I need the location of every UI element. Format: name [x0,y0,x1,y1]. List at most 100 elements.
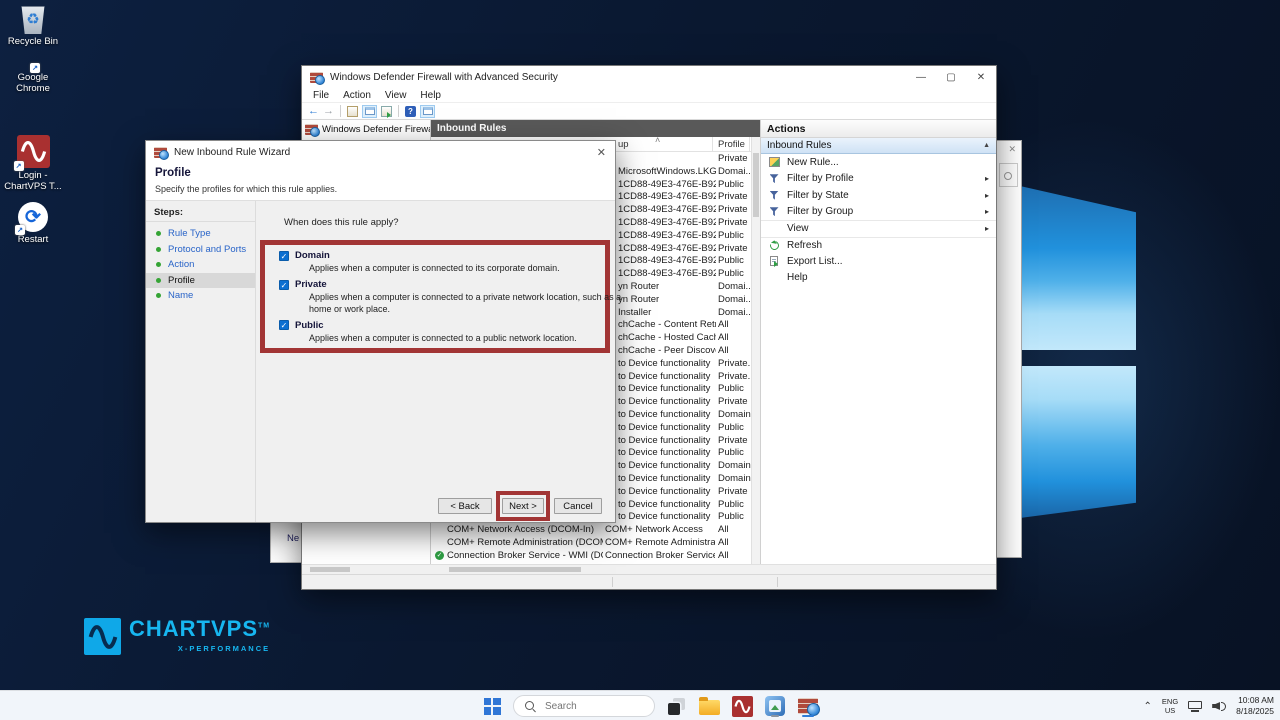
close-icon[interactable]: ✕ [1008,144,1016,155]
watermark-subtitle: X-PERFORMANCE [177,644,271,653]
wizard-step[interactable]: Rule Type [146,226,255,242]
next-button[interactable]: Next > [502,498,544,514]
scrollbar-thumb[interactable] [449,567,581,572]
menu-help[interactable]: Help [413,90,448,101]
profile-checkbox[interactable]: ✓ [279,250,289,261]
rule-row[interactable]: ✓ Connection Broker Service - WMI (DCO..… [431,549,751,562]
tray-chevron-up-icon[interactable]: ⌃ [1144,701,1152,712]
wizard-titlebar[interactable]: New Inbound Rule Wizard ✕ [146,141,615,163]
menu-file[interactable]: File [306,90,336,101]
actions-inbound-rules-group[interactable]: Inbound Rules ▲ [761,138,996,154]
scrollbar-thumb[interactable] [310,567,350,572]
search-input[interactable] [543,699,633,713]
profile-option-label: Domain [295,250,330,261]
tree-hscrollbar[interactable] [302,564,431,574]
rule-name: COM+ Network Access (DCOM-In) [447,524,595,536]
action-item-label: Filter by Profile [787,173,854,185]
rule-profile: All [718,549,729,561]
column-header-profile[interactable]: Profile [718,139,745,150]
wizard-step[interactable]: Profile [146,272,255,288]
minimize-button[interactable]: — [906,66,936,88]
forward-icon[interactable]: → [323,105,334,117]
tree-root-item[interactable]: Windows Defender Firewall witl [302,120,430,138]
step-bullet-icon [156,277,161,283]
action-item[interactable]: Refresh ▸ [761,236,996,254]
firewall-app-button[interactable] [796,694,820,718]
menu-action[interactable]: Action [336,90,378,101]
submenu-arrow-icon: ▸ [984,224,989,234]
desktop-icon-recycle-bin[interactable]: ♻ Recycle Bin [2,4,64,48]
rule-name: COM+ Remote Administration (DCOM-In) [447,536,603,548]
rule-row[interactable]: ✓ COM+ Remote Administration (DCOM-In) C… [431,536,751,549]
action-item-icon [770,256,778,268]
up-one-level-icon[interactable] [347,105,358,117]
rules-hscrollbar[interactable] [431,564,760,574]
rule-profile: All [718,536,729,548]
column-divider[interactable] [749,137,750,151]
rule-row[interactable]: ✓ COM+ Network Access (DCOM-In) COM+ Net… [431,523,751,536]
action-pane-toggle-icon[interactable] [420,104,435,118]
desktop-icon-restart[interactable]: ⟳ ↗ Restart [2,202,64,246]
rule-profile: Domai... [718,280,751,292]
cancel-button[interactable]: Cancel [554,498,602,514]
wizard-step[interactable]: Action [146,257,255,273]
firewall-titlebar[interactable]: Windows Defender Firewall with Advanced … [302,66,996,88]
profile-checkbox[interactable]: ✓ [279,279,289,290]
back-button[interactable]: < Back [438,498,492,514]
rule-group: COM+ Network Access [605,524,703,536]
menu-view[interactable]: View [378,90,414,101]
start-button[interactable] [480,694,504,718]
profile-option-label: Public [295,319,324,331]
action-item[interactable]: New Rule... ▸ [761,154,996,171]
collapse-icon[interactable]: ▲ [983,142,990,149]
step-bullet-icon [156,231,161,237]
chartvps-app-button[interactable] [730,694,754,718]
action-item[interactable]: Filter by Group ▸ [761,204,996,221]
vertical-scrollbar[interactable] [751,137,760,564]
chartvps-watermark: CHARTVPSTM X-PERFORMANCE [84,618,270,655]
rule-profile: Domai... [718,306,751,318]
wizard-content: When does this rule apply? ✓ Domain Appl… [256,201,621,522]
column-header-group[interactable]: up [618,139,629,150]
desktop-icon-label: Recycle Bin [7,36,59,47]
action-item[interactable]: View ▸ [761,220,996,237]
export-list-icon[interactable] [381,105,392,118]
column-divider[interactable] [712,137,713,151]
rule-profile: Private [718,216,748,228]
scrollbar-thumb[interactable] [753,153,759,217]
taskbar-search[interactable] [513,695,655,717]
clock[interactable]: 10:08 AM 8/18/2025 [1236,695,1274,717]
network-icon[interactable] [1188,700,1203,712]
action-item[interactable]: Export List... ▸ [761,253,996,270]
action-item[interactable]: Help ▸ [761,270,996,287]
maximize-button[interactable]: ▢ [936,66,966,88]
rule-profile: All [718,319,729,331]
wizard-close-icon[interactable]: ✕ [597,146,606,159]
recycle-bin-icon: ♻ [21,6,45,34]
task-view-button[interactable] [664,694,688,718]
file-explorer-button[interactable] [697,694,721,718]
console-tree-toggle-icon[interactable] [362,104,377,118]
desktop-icon-google-chrome[interactable]: ↗ Google Chrome [2,63,64,95]
action-item[interactable]: Filter by Profile ▸ [761,171,996,188]
wallpaper-windows-logo-top-pane [1020,186,1136,350]
background-search-box[interactable] [999,163,1018,187]
wizard-step[interactable]: Protocol and Ports [146,242,255,258]
action-item[interactable]: Filter by State ▸ [761,187,996,204]
wizard-step[interactable]: Name [146,288,255,304]
toolbar: ← → ? [302,103,996,120]
wizard-step-label: Profile [168,274,195,286]
desktop-icon-label: Google Chrome [16,72,50,94]
speaker-icon[interactable] [1212,700,1227,712]
language-indicator[interactable]: ENG US [1162,697,1178,715]
help-icon[interactable]: ? [405,105,416,117]
back-icon[interactable]: ← [308,105,319,117]
profile-checkbox[interactable]: ✓ [279,320,289,331]
rule-profile: Private [718,204,748,216]
desktop-icon-login-chartvps[interactable]: ↗ Login - ChartVPS T... [2,135,64,193]
step-bullet-icon [156,262,161,268]
wizard-title: New Inbound Rule Wizard [174,146,291,158]
shortcut-arrow-icon: ↗ [15,225,25,235]
close-button[interactable]: ✕ [966,66,996,88]
snipping-app-button[interactable] [763,694,787,718]
